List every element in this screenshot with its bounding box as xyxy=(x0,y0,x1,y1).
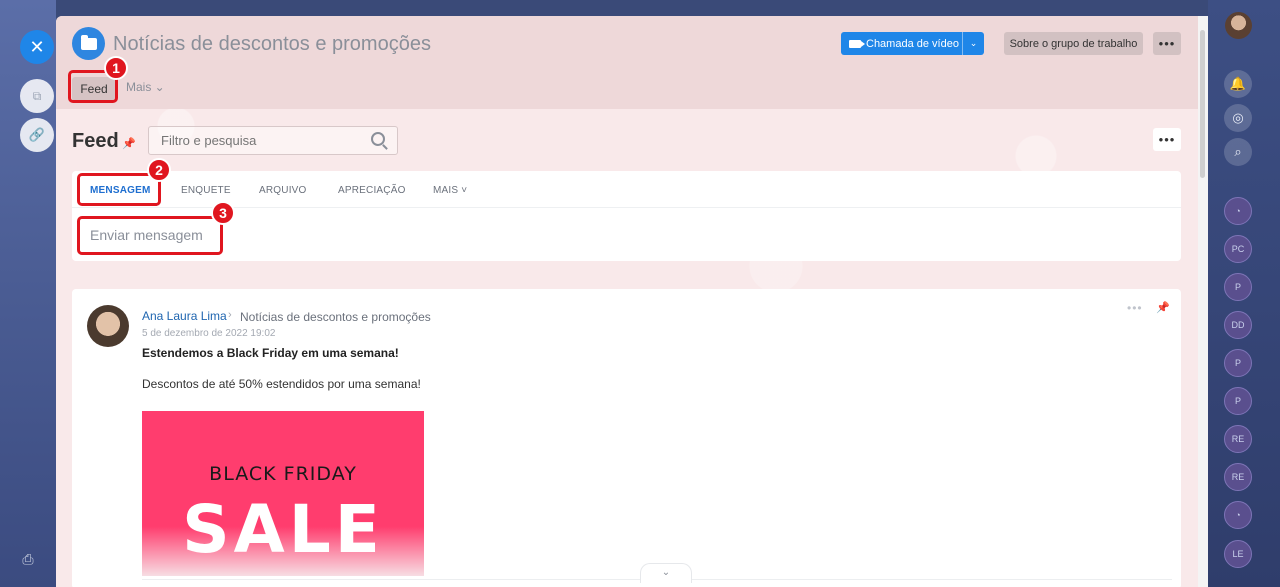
print-icon: ⎙ xyxy=(22,550,34,567)
chevron-right-icon: › xyxy=(228,309,232,321)
user-avatar[interactable] xyxy=(1225,12,1252,39)
search-box[interactable] xyxy=(148,126,398,155)
post-destination[interactable]: Notícias de descontos e promoções xyxy=(240,310,431,324)
copilot-icon[interactable]: ◎ xyxy=(1224,104,1252,132)
rail-avatar[interactable]: RE xyxy=(1224,463,1252,491)
group-header: Notícias de descontos e promoções Chamad… xyxy=(56,16,1208,109)
feed-post: Ana Laura Lima › Notícias de descontos e… xyxy=(72,289,1181,587)
tab-poll[interactable]: ENQUETE xyxy=(181,185,231,196)
feed-more-button[interactable]: ••• xyxy=(1153,128,1181,151)
rail-avatar[interactable]: P xyxy=(1224,273,1252,301)
group-more-button[interactable]: ••• xyxy=(1153,32,1181,55)
group-title: Notícias de descontos e promoções xyxy=(113,33,431,55)
link-icon: 🔗 xyxy=(28,127,46,142)
post-composer: MENSAGEM ENQUETE ARQUIVO APRECIAÇÃO MAIS… xyxy=(72,171,1181,261)
post-date[interactable]: 5 de dezembro de 2022 19:02 xyxy=(142,328,275,339)
video-call-button[interactable]: Chamada de vídeo ⌄ xyxy=(841,32,984,55)
post-pin-icon[interactable]: 📌 xyxy=(1156,301,1170,314)
scrollbar-thumb[interactable] xyxy=(1200,30,1205,178)
scrollbar[interactable] xyxy=(1198,16,1208,587)
notifications-bell-icon[interactable]: 🔔 xyxy=(1224,70,1252,98)
rail-avatar[interactable]: LE xyxy=(1224,540,1252,568)
post-author-link[interactable]: Ana Laura Lima xyxy=(142,309,227,323)
post-headline: Estendemos a Black Friday em uma semana! xyxy=(142,346,399,360)
post-body: Descontos de até 50% estendidos por uma … xyxy=(142,377,421,391)
post-menu-icon[interactable]: ••• xyxy=(1127,301,1143,315)
group-slider-panel: Notícias de descontos e promoções Chamad… xyxy=(56,16,1208,587)
external-link-icon: ⧉ xyxy=(32,88,42,103)
annotation-highlight-message-input xyxy=(77,216,223,255)
page-title: Feed xyxy=(72,130,119,152)
annotation-number: 2 xyxy=(147,158,171,182)
rail-avatar[interactable]: RE xyxy=(1224,425,1252,453)
annotation-number: 3 xyxy=(211,201,235,225)
print-button[interactable]: ⎙ xyxy=(17,548,39,570)
rail-avatar[interactable]: P xyxy=(1224,349,1252,377)
video-call-dropdown-icon[interactable]: ⌄ xyxy=(962,32,984,55)
rail-avatar-swirl-icon[interactable]: ◔ xyxy=(1224,197,1252,225)
chevron-down-icon[interactable]: ⌄ xyxy=(640,563,692,583)
tab-more[interactable]: Mais ⌄ xyxy=(126,80,165,94)
close-slider-button[interactable]: ✕ xyxy=(20,30,54,64)
avatar[interactable] xyxy=(87,305,129,347)
video-call-label: Chamada de vídeo xyxy=(866,37,959,50)
chat-search-icon[interactable]: ⌕ xyxy=(1224,138,1252,166)
tab-file[interactable]: ARQUIVO xyxy=(259,185,307,196)
post-image-text: SALE xyxy=(182,491,384,568)
post-image[interactable]: BLACK FRIDAY SALE xyxy=(142,411,424,576)
video-camera-icon xyxy=(849,39,865,48)
pin-icon[interactable]: 📌 xyxy=(122,137,136,150)
open-in-new-window-button[interactable]: ⧉ xyxy=(20,79,54,113)
rail-avatar[interactable]: DD xyxy=(1224,311,1252,339)
post-image-text: BLACK FRIDAY xyxy=(209,463,357,485)
about-workgroup-button[interactable]: Sobre o grupo de trabalho xyxy=(1004,32,1143,55)
close-icon: ✕ xyxy=(29,36,45,57)
copy-link-button[interactable]: 🔗 xyxy=(20,118,54,152)
annotation-highlight-message-tab xyxy=(77,173,161,206)
search-input[interactable] xyxy=(161,133,337,148)
rail-avatar-swirl-icon[interactable]: ◔ xyxy=(1224,501,1252,529)
search-icon[interactable] xyxy=(371,132,385,146)
group-folder-icon xyxy=(72,27,105,60)
rail-avatar[interactable]: P xyxy=(1224,387,1252,415)
annotation-number: 1 xyxy=(104,56,128,80)
composer-tabs: MENSAGEM ENQUETE ARQUIVO APRECIAÇÃO MAIS… xyxy=(72,171,1181,208)
tab-appreciation[interactable]: APRECIAÇÃO xyxy=(338,185,406,196)
rail-avatar[interactable]: PC xyxy=(1224,235,1252,263)
tab-more-composer[interactable]: MAIS ˅ xyxy=(433,185,467,196)
